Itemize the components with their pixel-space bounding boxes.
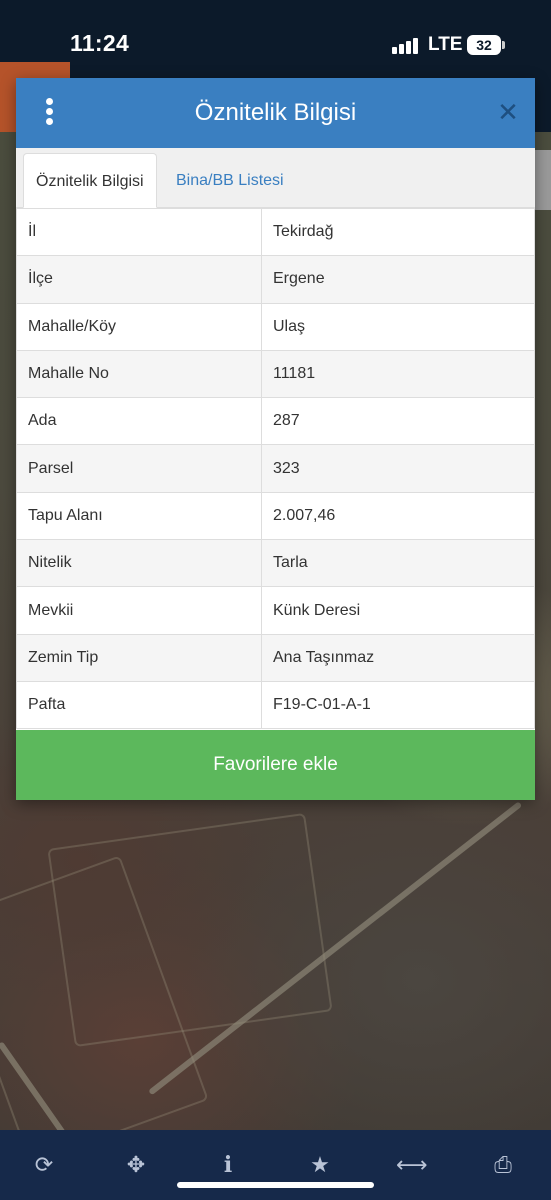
battery-icon: 32 (467, 35, 501, 55)
table-row: Parsel 323 (16, 444, 535, 493)
attribute-key: İl (16, 207, 262, 257)
attribute-value: Tarla (261, 539, 535, 588)
tab-attribute-info[interactable]: Öznitelik Bilgisi (23, 153, 157, 208)
network-type: LTE (428, 34, 463, 55)
close-icon[interactable]: ✕ (496, 99, 520, 125)
attribute-key: Zemin Tip (16, 633, 262, 682)
attribute-key: Mahalle No (16, 349, 262, 399)
star-icon[interactable]: ★ (305, 1150, 335, 1180)
side-panel-edge (535, 150, 551, 210)
attribute-value: Ulaş (261, 302, 535, 351)
modal-header: Öznitelik Bilgisi ✕ (16, 78, 535, 148)
add-to-favorites-button[interactable]: Favorilere ekle (16, 730, 535, 800)
attribute-value: 287 (261, 397, 535, 446)
modal-title: Öznitelik Bilgisi (194, 99, 357, 126)
refresh-icon[interactable]: ⟳ (29, 1150, 59, 1180)
measure-arrows-icon[interactable]: ⟷ (396, 1150, 428, 1180)
vertical-dots-icon[interactable] (44, 98, 56, 126)
table-row: Ada 287 (16, 397, 535, 446)
cellular-signal-icon (392, 36, 422, 54)
locate-crosshair-icon[interactable]: ✥ (121, 1150, 151, 1180)
attribute-value: 323 (261, 444, 535, 493)
attribute-value: Ana Taşınmaz (261, 633, 535, 682)
attribute-info-modal: Öznitelik Bilgisi ✕ Öznitelik Bilgisi Bi… (16, 78, 535, 800)
table-row: İlçe Ergene (16, 255, 535, 304)
print-icon[interactable]: ⎙ (488, 1150, 518, 1180)
attribute-value: 2.007,46 (261, 491, 535, 541)
table-row: Mevkii Künk Deresi (16, 586, 535, 635)
attribute-value: 11181 (261, 349, 535, 399)
attribute-key: Tapu Alanı (16, 491, 262, 541)
attribute-value: Ergene (261, 255, 535, 304)
attribute-key: Nitelik (16, 539, 262, 588)
attribute-key: Parsel (16, 444, 262, 493)
bottom-toolbar: ⟳ ✥ i ★ ⟷ ⎙ (0, 1130, 551, 1200)
attribute-key: Ada (16, 397, 262, 446)
battery-tip (502, 41, 505, 49)
attribute-value: Tekirdağ (261, 207, 535, 257)
attribute-table: İl Tekirdağ İlçe Ergene Mahalle/Köy Ulaş… (16, 207, 535, 730)
tab-building-list[interactable]: Bina/BB Listesi (164, 153, 296, 208)
info-icon[interactable]: i (213, 1150, 243, 1180)
table-row: Mahalle No 11181 (16, 349, 535, 399)
attribute-key: Mevkii (16, 586, 262, 635)
home-indicator[interactable] (177, 1182, 374, 1188)
attribute-key: Mahalle/Köy (16, 302, 262, 351)
attribute-value: F19-C-01-A-1 (261, 680, 535, 730)
status-time: 11:24 (70, 30, 130, 56)
table-row: Nitelik Tarla (16, 539, 535, 588)
status-bar: 11:24 LTE 32 (0, 0, 551, 62)
tab-bar: Öznitelik Bilgisi Bina/BB Listesi (16, 148, 535, 208)
table-row: Pafta F19-C-01-A-1 (16, 680, 535, 730)
table-row: Mahalle/Köy Ulaş (16, 302, 535, 351)
attribute-value: Künk Deresi (261, 586, 535, 635)
attribute-key: İlçe (16, 255, 262, 304)
table-row: Tapu Alanı 2.007,46 (16, 491, 535, 541)
table-row: İl Tekirdağ (16, 207, 535, 257)
table-row: Zemin Tip Ana Taşınmaz (16, 633, 535, 682)
attribute-key: Pafta (16, 680, 262, 730)
